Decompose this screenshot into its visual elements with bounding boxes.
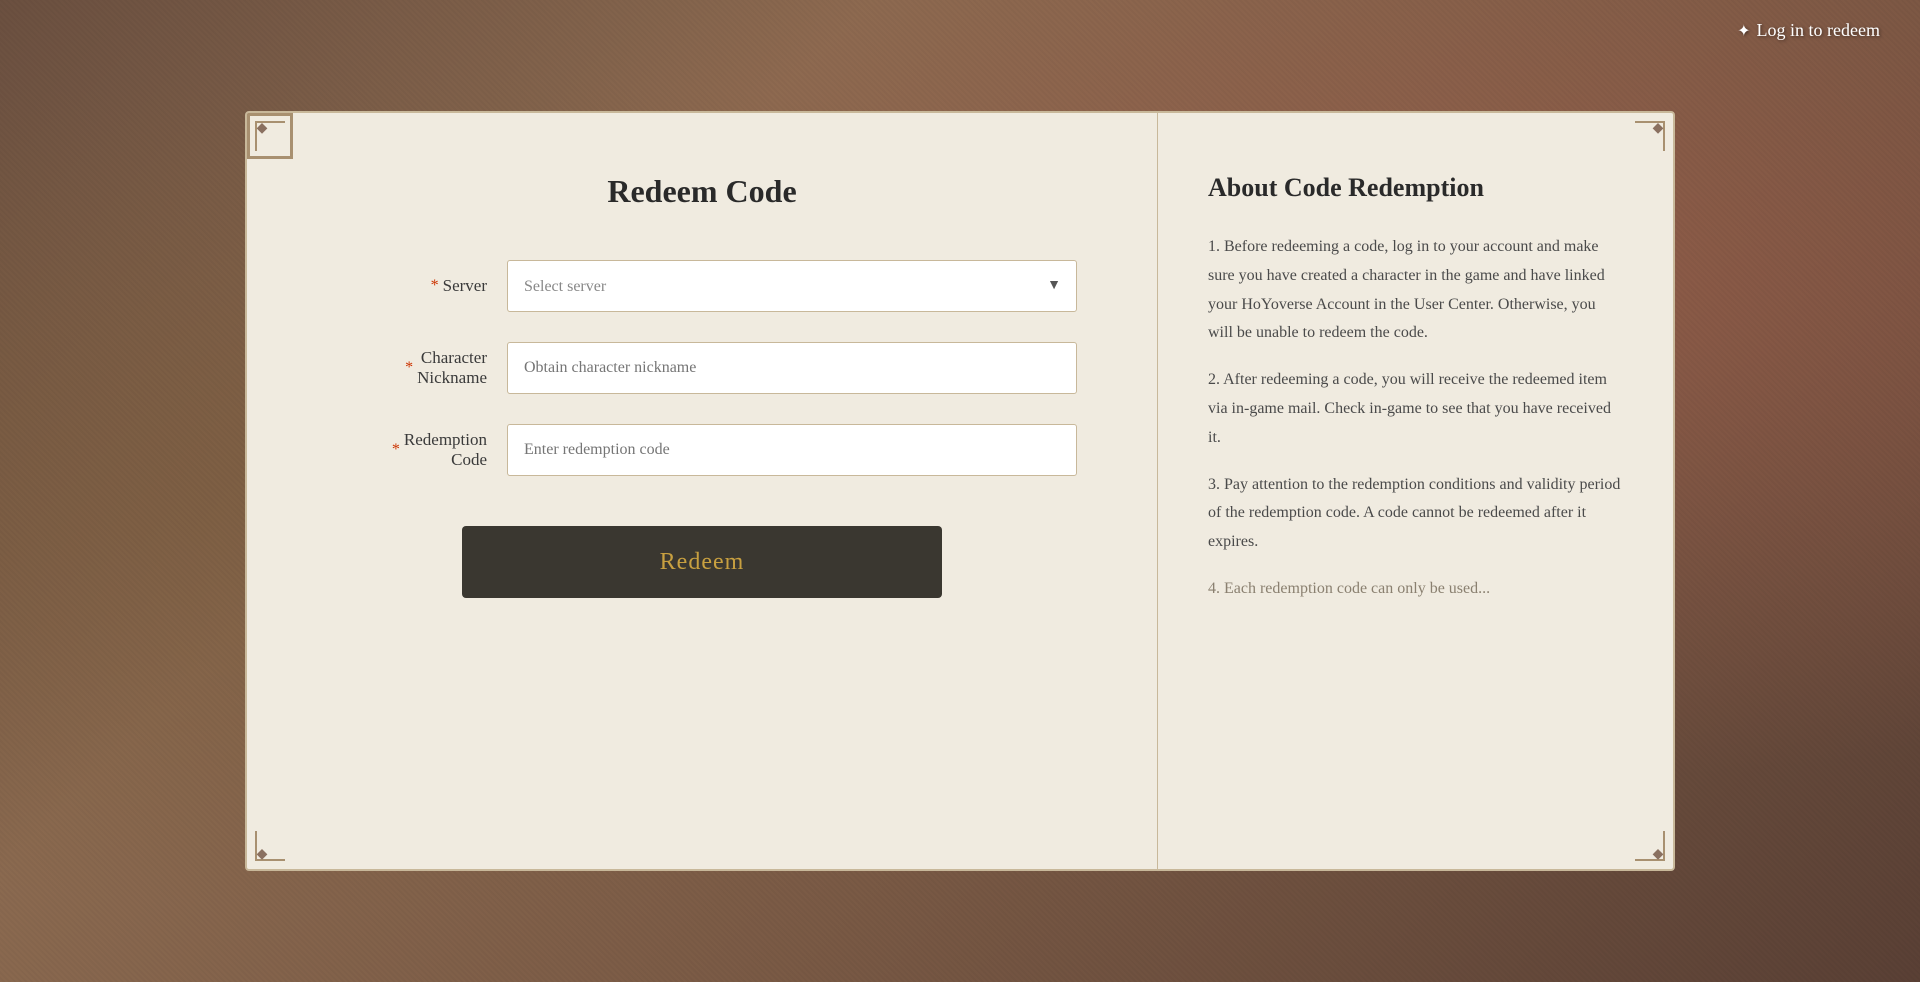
diamond-icon-tr: ◆: [1648, 118, 1668, 138]
login-label: Log in to redeem: [1757, 20, 1880, 41]
login-button[interactable]: ✦ Log in to redeem: [1737, 20, 1880, 41]
redemption-code-input[interactable]: [507, 424, 1077, 476]
server-select[interactable]: Select server America Europe Asia TW/HK/…: [507, 260, 1077, 312]
form-title: Redeem Code: [607, 173, 796, 210]
server-row: * Server Select server America Europe As…: [327, 260, 1077, 312]
diamond-icon-tl: ◆: [252, 118, 272, 138]
info-title: About Code Redemption: [1208, 173, 1623, 203]
server-label: * Server: [327, 276, 487, 296]
form-panel: Redeem Code * Server Select server Ameri…: [247, 113, 1158, 869]
nickname-input[interactable]: [507, 342, 1077, 394]
redemption-code-label: * RedemptionCode: [327, 430, 487, 470]
info-paragraph-3: 3. Pay attention to the redemption condi…: [1208, 471, 1623, 557]
diamond-icon-bl: ◆: [252, 844, 272, 864]
form-body: * Server Select server America Europe As…: [327, 260, 1077, 598]
diamond-icon-br: ◆: [1648, 844, 1668, 864]
redeem-button[interactable]: Redeem: [462, 526, 942, 598]
server-required-star: *: [431, 277, 439, 295]
info-paragraph-1: 1. Before redeeming a code, log in to yo…: [1208, 233, 1623, 348]
server-select-wrapper: Select server America Europe Asia TW/HK/…: [507, 260, 1077, 312]
info-paragraph-2: 2. After redeeming a code, you will rece…: [1208, 366, 1623, 452]
redeem-dialog: ◆ ◆ ◆ ◆ Redeem Code * Server Select serv…: [245, 111, 1675, 871]
info-panel: About Code Redemption 1. Before redeemin…: [1158, 113, 1673, 869]
nickname-row: * CharacterNickname: [327, 342, 1077, 394]
code-required-star: *: [392, 441, 400, 459]
star-icon: ✦: [1737, 21, 1750, 41]
nickname-required-star: *: [405, 359, 413, 377]
redemption-code-row: * RedemptionCode: [327, 424, 1077, 476]
nickname-label: * CharacterNickname: [327, 348, 487, 388]
info-text: 1. Before redeeming a code, log in to yo…: [1208, 233, 1623, 604]
info-paragraph-4: 4. Each redemption code can only be used…: [1208, 575, 1623, 604]
